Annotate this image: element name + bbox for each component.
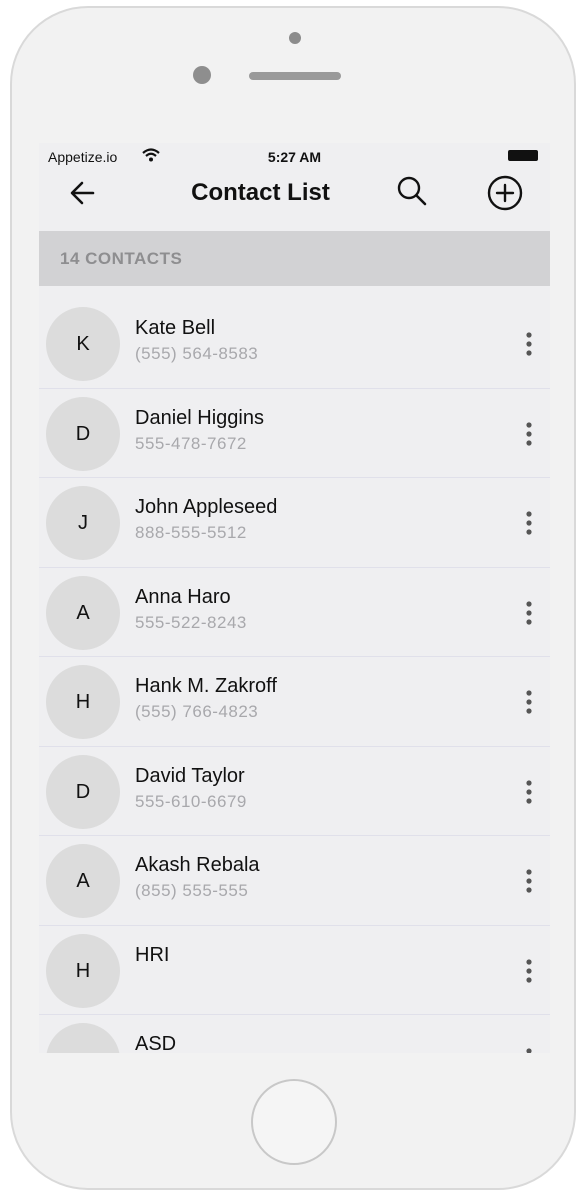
contact-phone: (855) 555-555 — [135, 881, 249, 900]
list-item[interactable]: A Akash Rebala (855) 555-555 — [39, 836, 550, 926]
status-bar: Appetize.io 5:27 AM — [39, 143, 550, 169]
contact-list: K Kate Bell (555) 564-8583 D Daniel Higg… — [39, 299, 550, 1053]
list-item[interactable]: A Anna Haro 555-522-8243 — [39, 568, 550, 657]
avatar: H — [46, 665, 120, 739]
plus-circle-icon[interactable] — [485, 173, 525, 213]
list-item[interactable]: H HRI — [39, 926, 550, 1015]
front-sensor — [289, 32, 301, 44]
front-camera — [193, 66, 211, 84]
contact-phone: (555) 766-4823 — [135, 702, 259, 721]
contact-name: HRI — [135, 943, 170, 966]
list-item[interactable]: D Daniel Higgins 555-478-7672 — [39, 389, 550, 478]
avatar: A — [46, 575, 120, 650]
status-time: 5:27 AM — [267, 149, 322, 165]
contact-name: Kate Bell — [135, 317, 216, 339]
more-vertical-icon[interactable] — [517, 1044, 541, 1053]
contact-name: Akash Rebala — [135, 854, 260, 876]
contact-phone: 555-522-8243 — [135, 612, 247, 632]
contacts-count-header: 14 CONTACTS — [39, 231, 550, 286]
navigation-bar: Contact List — [39, 169, 550, 231]
more-vertical-icon[interactable] — [517, 686, 541, 718]
home-button[interactable] — [251, 1079, 337, 1165]
avatar: D — [46, 754, 120, 829]
list-item[interactable]: ASD — [39, 1015, 550, 1053]
contact-phone: 888-555-5512 — [135, 523, 247, 542]
contact-name: ASD — [135, 1033, 177, 1053]
avatar: A — [46, 844, 120, 918]
contact-name: Anna Haro — [135, 585, 231, 608]
avatar — [46, 1023, 120, 1053]
more-vertical-icon[interactable] — [517, 507, 541, 539]
earpiece-speaker — [249, 72, 341, 80]
search-icon[interactable] — [394, 173, 430, 209]
contact-phone: 555-478-7672 — [135, 433, 247, 453]
more-vertical-icon[interactable] — [517, 597, 541, 629]
avatar: D — [46, 396, 120, 471]
more-vertical-icon[interactable] — [517, 776, 541, 808]
list-item[interactable]: K Kate Bell (555) 564-8583 — [39, 299, 550, 389]
list-item[interactable]: H Hank M. Zakroff (555) 766-4823 — [39, 657, 550, 747]
avatar: H — [46, 933, 120, 1008]
avatar: J — [46, 486, 120, 560]
more-vertical-icon[interactable] — [517, 328, 541, 360]
more-vertical-icon[interactable] — [517, 865, 541, 897]
contact-name: Hank M. Zakroff — [135, 675, 277, 697]
contact-name: Daniel Higgins — [135, 406, 264, 429]
contact-phone: (555) 564-8583 — [135, 344, 259, 363]
battery-icon — [508, 150, 538, 161]
avatar: K — [46, 307, 120, 381]
list-item[interactable]: J John Appleseed 888-555-5512 — [39, 478, 550, 568]
list-item[interactable]: D David Taylor 555-610-6679 — [39, 747, 550, 836]
contact-phone: 555-610-6679 — [135, 791, 247, 811]
contact-name: John Appleseed — [135, 496, 278, 518]
more-vertical-icon[interactable] — [517, 418, 541, 450]
app-screen: Appetize.io 5:27 AM Contact List 14 CONT… — [39, 143, 550, 1053]
more-vertical-icon[interactable] — [517, 955, 541, 987]
contact-name: David Taylor — [135, 764, 245, 787]
